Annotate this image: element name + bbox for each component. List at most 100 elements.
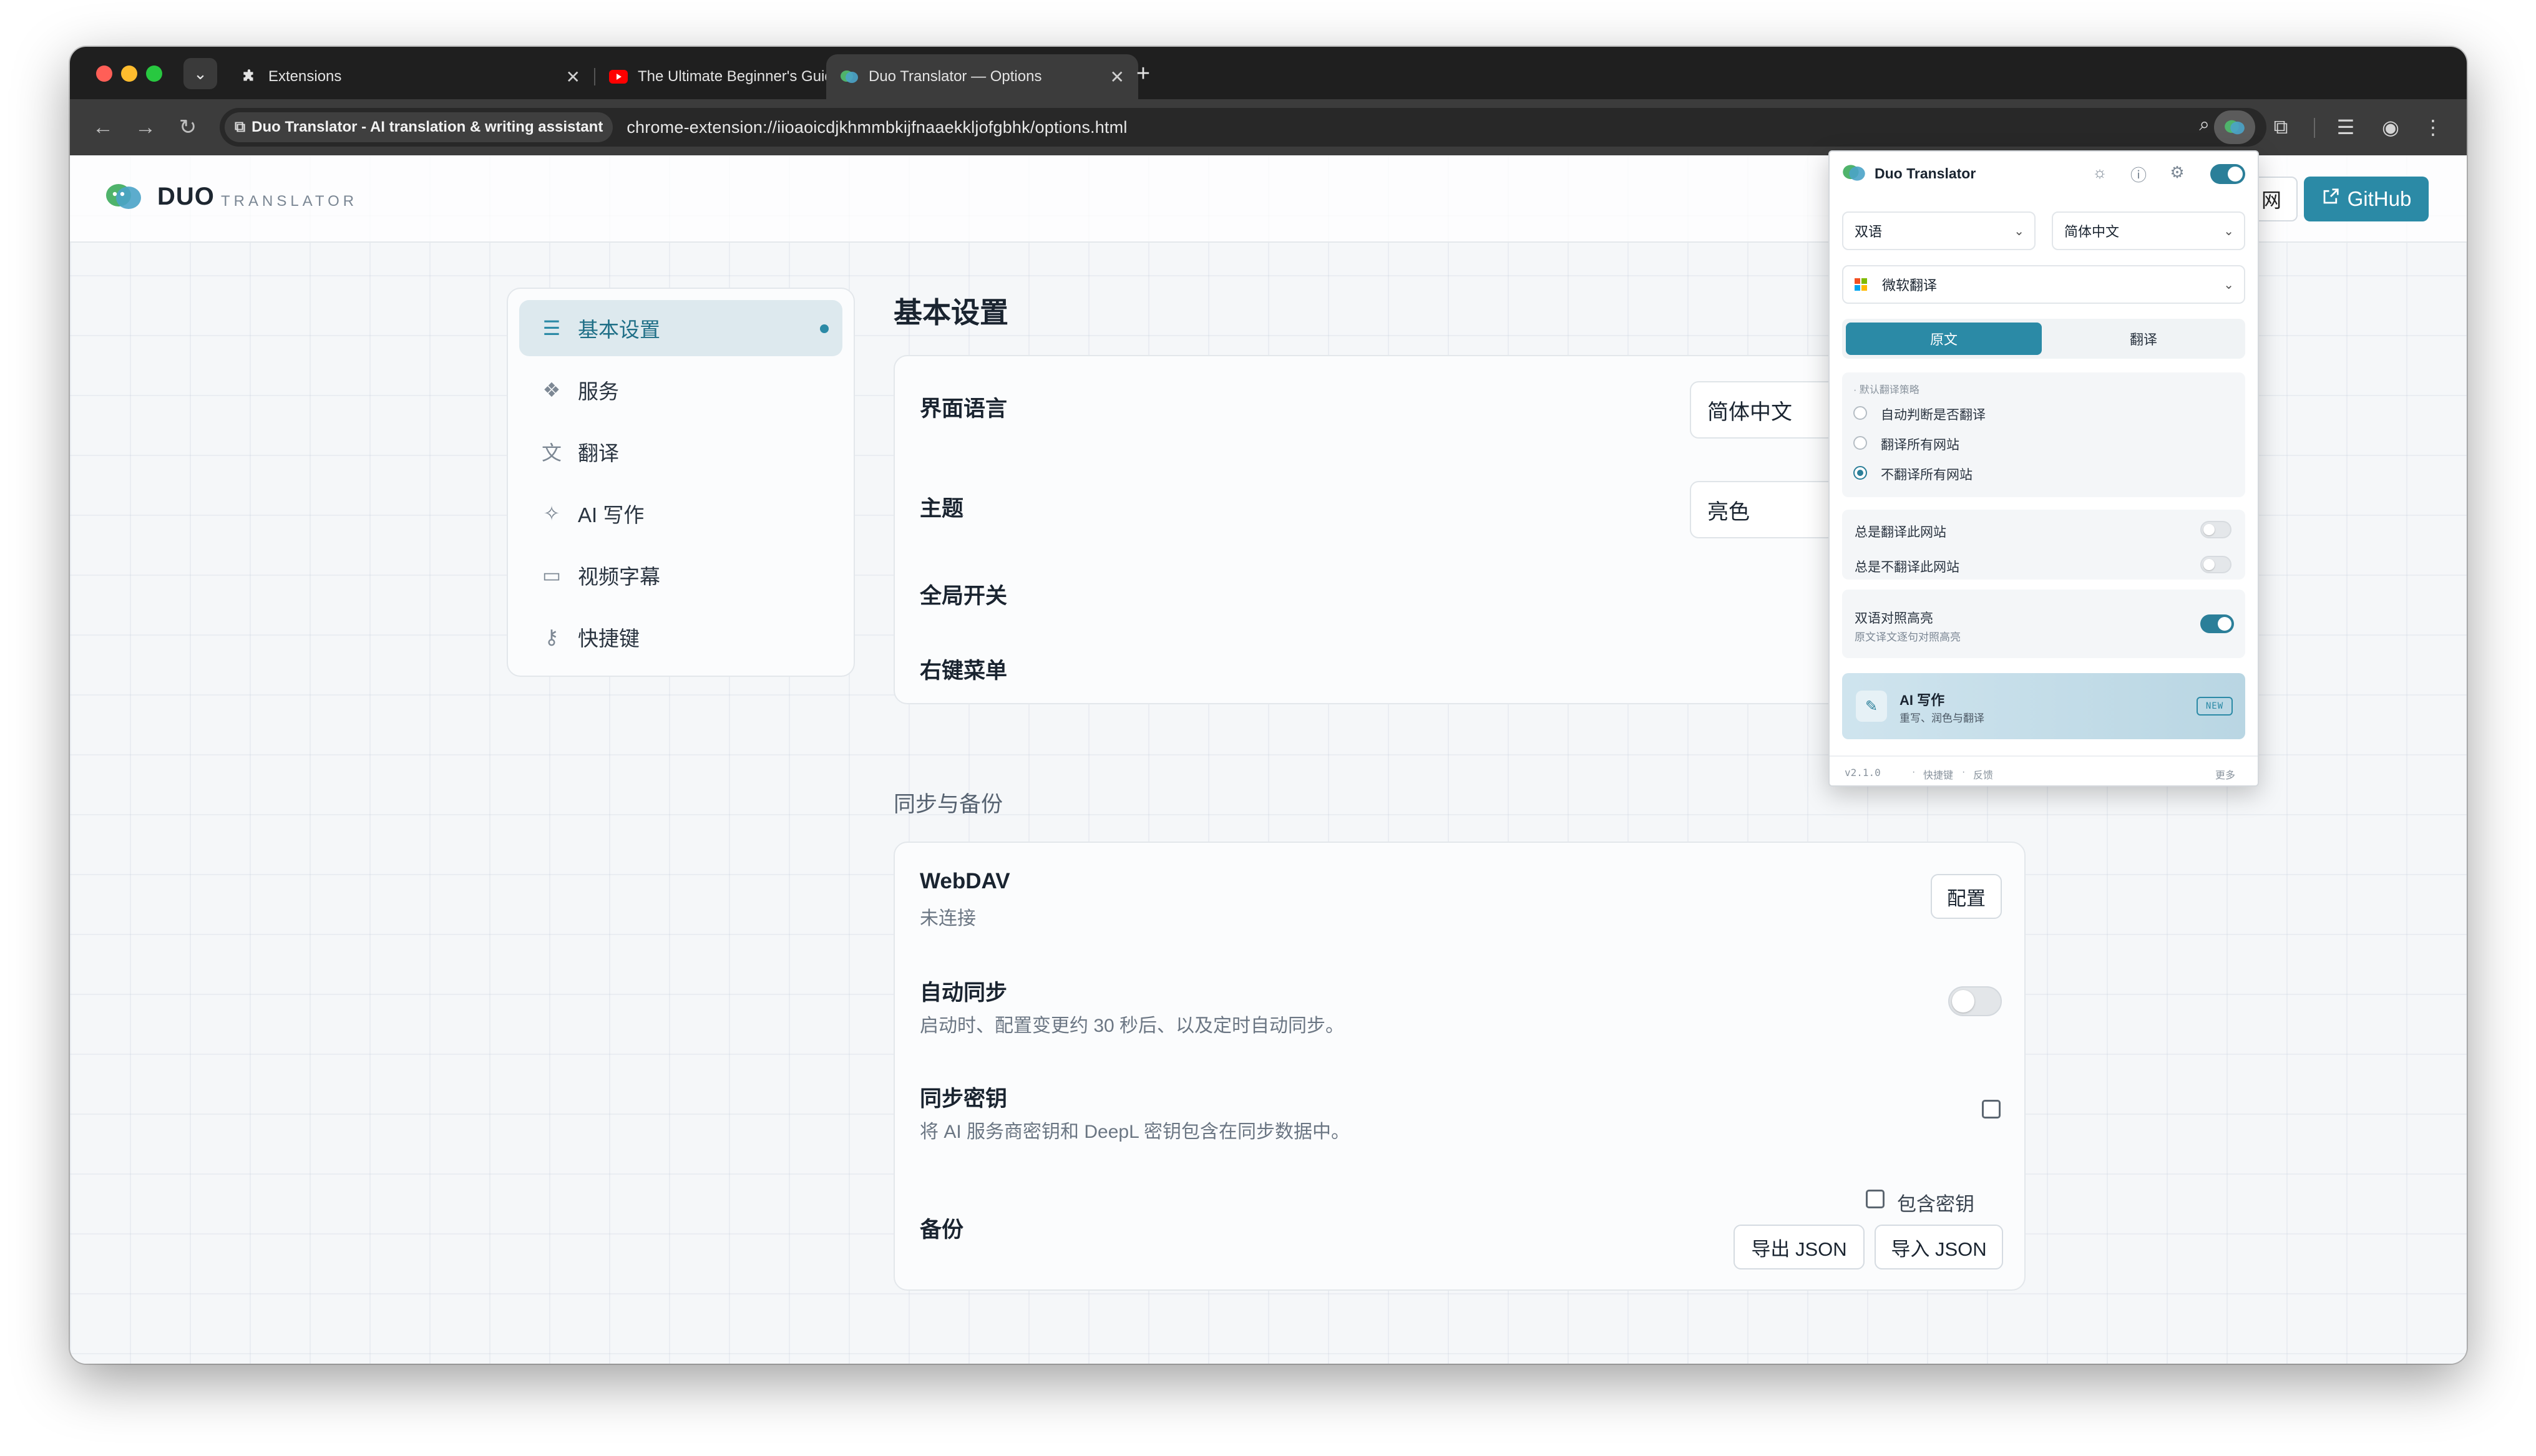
webdav-config-button[interactable]: 配置 — [1931, 874, 2002, 919]
settings-sidebar: ☰ 基本设置 ❖ 服务 文 翻译 ✧ AI 写作 ▭ 视频字幕 ⚷ 快捷键 — [507, 288, 855, 677]
autosync-toggle[interactable] — [1948, 986, 2002, 1016]
synckey-checkbox[interactable] — [1982, 1100, 2001, 1119]
menu-kebab-icon[interactable]: ⋮ — [2416, 110, 2450, 144]
profile-icon[interactable]: ◉ — [2374, 110, 2407, 144]
tab-search-button[interactable]: ⌄ — [183, 58, 217, 89]
sidebar-item-ai-writing[interactable]: ✧ AI 写作 — [519, 485, 842, 541]
address-bar[interactable]: ⧉ Duo Translator - AI translation & writ… — [220, 108, 2266, 147]
help-icon[interactable]: ⓘ — [2128, 163, 2149, 186]
segment-label: 原文 — [1929, 332, 1958, 347]
site-chip-label: Duo Translator - AI translation & writin… — [251, 119, 603, 135]
extensions-puzzle-icon[interactable]: ⧉ — [2264, 110, 2298, 144]
translation-service-select[interactable]: 微软翻译 ⌄ — [1842, 265, 2245, 304]
translate-icon: 文 — [541, 442, 562, 464]
chevron-down-icon: ⌄ — [2223, 224, 2234, 238]
chevron-down-icon: ⌄ — [193, 64, 207, 83]
sync-backup-card: WebDAV 未连接 配置 自动同步 启动时、配置变更约 30 秒后、以及定时自… — [894, 842, 2026, 1291]
services-icon: ❖ — [542, 379, 561, 401]
sidebar-item-services[interactable]: ❖ 服务 — [519, 362, 842, 418]
include-keys-checkbox[interactable] — [1866, 1190, 1885, 1208]
github-button[interactable]: GitHub — [2304, 177, 2429, 221]
strategy-radio-none[interactable] — [1853, 466, 1867, 480]
autosync-desc: 启动时、配置变更约 30 秒后、以及定时自动同步。 — [920, 1016, 1345, 1036]
tab-extensions[interactable]: Extensions ✕ — [226, 54, 594, 99]
tab-strip: ⌄ Extensions ✕ The Ultimate Beginner's G… — [70, 47, 2467, 99]
sync-section-title: 同步与备份 — [894, 792, 1003, 817]
popup-header: Duo Translator ☼ ⓘ ⚙ — [1830, 152, 2258, 195]
youtube-icon — [609, 67, 628, 86]
popup-enable-toggle[interactable] — [2210, 164, 2245, 184]
sparkle-icon: ✧ — [543, 502, 560, 525]
sidebar-item-basic[interactable]: ☰ 基本设置 — [519, 300, 842, 356]
url-text[interactable]: chrome-extension://iioaoicdjkhmmbkijfnaa… — [627, 118, 1127, 137]
key-icon: ⚷ — [544, 626, 559, 648]
never-translate-toggle[interactable] — [2200, 556, 2231, 573]
strategy-radio-all[interactable] — [1853, 436, 1867, 450]
back-arrow-icon[interactable]: ← — [86, 110, 120, 144]
toggle-knob — [1952, 990, 1974, 1012]
export-json-button[interactable]: 导出 JSON — [1734, 1225, 1865, 1269]
zoom-icon[interactable]: ⌕ — [2199, 114, 2210, 136]
export-button-label: 导出 JSON — [1751, 1238, 1847, 1260]
sun-icon[interactable]: ☼ — [2089, 163, 2110, 182]
tab-title: Duo Translator — Options — [869, 68, 1042, 85]
toolbar-divider — [2314, 118, 2315, 138]
context-menu-label: 右键菜单 — [920, 659, 1008, 683]
segment-original[interactable]: 原文 — [1846, 323, 2042, 355]
strategy-label: · 默认翻译策略 — [1853, 385, 1919, 396]
toggle-knob — [2218, 617, 2231, 631]
external-link-icon — [2321, 187, 2340, 211]
import-button-label: 导入 JSON — [1891, 1238, 1987, 1260]
display-mode-select[interactable]: 双语 ⌄ — [1842, 211, 2036, 250]
active-indicator-dot — [820, 324, 829, 333]
pen-icon: ✎ — [1856, 691, 1887, 722]
browser-toolbar: ← → ↻ ⧉ Duo Translator - AI translation … — [70, 99, 2467, 155]
duo-logo-icon — [106, 184, 141, 209]
tab-title: The Ultimate Beginner's Guide — [638, 68, 842, 85]
import-json-button[interactable]: 导入 JSON — [1875, 1225, 2003, 1269]
site-info-chip[interactable]: ⧉ Duo Translator - AI translation & writ… — [225, 112, 613, 142]
bilingual-highlight-toggle[interactable] — [2200, 614, 2234, 633]
popup-title: Duo Translator — [1875, 165, 1976, 182]
tab-duo-options[interactable]: Duo Translator — Options ✕ — [826, 54, 1138, 99]
footer-shortcuts-link[interactable]: 快捷键 — [1923, 767, 1953, 782]
sidebar-item-label: AI 写作 — [578, 503, 645, 527]
strategy-option-label: 自动判断是否翻译 — [1881, 408, 1986, 422]
footer-separator: · — [1962, 767, 1966, 777]
segment-label: 翻译 — [2129, 332, 2157, 347]
site-rules-box: 总是翻译此网站 总是不翻译此网站 — [1842, 510, 2245, 580]
microsoft-icon — [1855, 278, 1867, 291]
close-icon[interactable]: ✕ — [1110, 67, 1124, 87]
backup-title: 备份 — [920, 1218, 964, 1242]
synckey-desc: 将 AI 服务商密钥和 DeepL 密钥包含在同步数据中。 — [920, 1122, 1350, 1142]
segment-translation[interactable]: 翻译 — [2046, 323, 2241, 355]
ui-language-value: 简体中文 — [1707, 400, 1792, 424]
sidebar-item-translate[interactable]: 文 翻译 — [519, 424, 842, 480]
forward-arrow-icon[interactable]: → — [129, 110, 162, 144]
always-translate-toggle[interactable] — [2200, 521, 2231, 538]
minimize-window-button[interactable] — [121, 66, 137, 82]
sidebar-item-label: 基本设置 — [578, 318, 660, 341]
view-segmented-control: 原文 翻译 — [1842, 319, 2245, 359]
maximize-window-button[interactable] — [146, 66, 162, 82]
tab-title: Extensions — [268, 68, 342, 85]
reading-list-icon[interactable]: ☰ — [2329, 110, 2363, 144]
strategy-radio-auto[interactable] — [1853, 406, 1867, 420]
sidebar-item-shortcuts[interactable]: ⚷ 快捷键 — [519, 609, 842, 665]
close-window-button[interactable] — [96, 66, 112, 82]
target-language-select[interactable]: 简体中文 ⌄ — [2052, 211, 2245, 250]
gear-icon[interactable]: ⚙ — [2167, 163, 2188, 182]
sidebar-item-subtitles[interactable]: ▭ 视频字幕 — [519, 547, 842, 603]
footer-feedback-link[interactable]: 反馈 — [1973, 767, 1993, 782]
reload-icon[interactable]: ↻ — [171, 110, 205, 144]
sidebar-item-label: 翻译 — [578, 442, 619, 465]
close-icon[interactable]: ✕ — [566, 67, 580, 87]
ai-writing-card[interactable]: ✎ AI 写作 重写、润色与翻译 NEW — [1842, 673, 2245, 739]
duo-extension-button[interactable] — [2214, 110, 2255, 144]
strategy-option-label: 不翻译所有网站 — [1881, 468, 1973, 482]
footer-more-link[interactable]: 更多 — [2215, 767, 2235, 782]
bilingual-highlight-label: 双语对照高亮 — [1855, 611, 1933, 626]
new-tab-button[interactable]: + — [1124, 61, 1162, 87]
strategy-option-label: 翻译所有网站 — [1881, 438, 1959, 452]
webdav-title: WebDAV — [920, 869, 1010, 893]
